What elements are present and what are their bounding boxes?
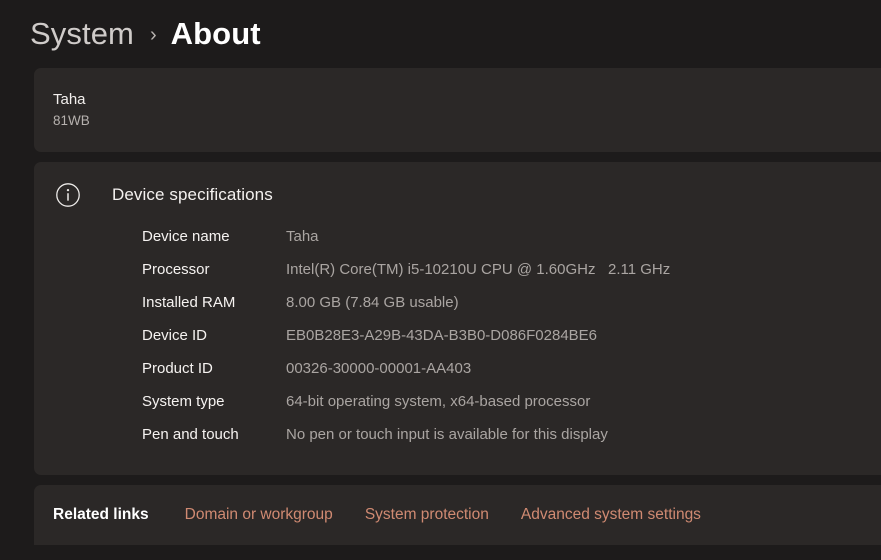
- device-specifications-header[interactable]: Device specifications: [34, 162, 881, 228]
- spec-label: Pen and touch: [142, 426, 239, 443]
- device-name-text: Taha: [53, 91, 86, 108]
- spec-row-device-name: Device name Taha: [34, 228, 881, 261]
- related-links-card: Related links Domain or workgroup System…: [34, 485, 881, 545]
- breadcrumb-parent-system[interactable]: System: [30, 16, 134, 52]
- spec-row-pen-and-touch: Pen and touch No pen or touch input is a…: [34, 426, 881, 459]
- device-model-text: 81WB: [53, 113, 90, 128]
- card-gap-bottom: [0, 475, 881, 485]
- spec-row-product-id: Product ID 00326-30000-00001-AA403: [34, 360, 881, 393]
- related-links-title: Related links: [53, 506, 149, 523]
- card-gap: [0, 152, 881, 162]
- chevron-right-icon: ›: [149, 24, 157, 46]
- spec-value: No pen or touch input is available for t…: [286, 426, 608, 443]
- spec-value: 8.00 GB (7.84 GB usable): [286, 294, 459, 311]
- spec-value: 64-bit operating system, x64-based proce…: [286, 393, 591, 410]
- spec-value: Taha: [286, 228, 319, 245]
- spec-row-installed-ram: Installed RAM 8.00 GB (7.84 GB usable): [34, 294, 881, 327]
- spec-label: Device ID: [142, 327, 208, 344]
- page-title: About: [170, 16, 261, 51]
- spec-label: Processor: [142, 261, 210, 278]
- breadcrumb: System › About: [0, 0, 881, 68]
- device-specifications-title: Device specifications: [112, 185, 273, 204]
- related-link-domain-or-workgroup[interactable]: Domain or workgroup: [185, 506, 333, 524]
- device-summary-card: Taha 81WB: [34, 68, 881, 152]
- info-circle-icon: [55, 182, 81, 208]
- spec-value: EB0B28E3-A29B-43DA-B3B0-D086F0284BE6: [286, 327, 598, 344]
- spec-label: System type: [142, 393, 225, 410]
- spec-value: Intel(R) Core(TM) i5-10210U CPU @ 1.60GH…: [286, 261, 671, 278]
- spec-row-device-id: Device ID EB0B28E3-A29B-43DA-B3B0-D086F0…: [34, 327, 881, 360]
- related-link-advanced-system-settings[interactable]: Advanced system settings: [521, 506, 701, 524]
- device-specifications-card: Device specifications Device name Taha P…: [34, 162, 881, 475]
- spec-label: Installed RAM: [142, 294, 236, 311]
- related-link-system-protection[interactable]: System protection: [365, 506, 489, 524]
- spec-row-system-type: System type 64-bit operating system, x64…: [34, 393, 881, 426]
- spec-row-processor: Processor Intel(R) Core(TM) i5-10210U CP…: [34, 261, 881, 294]
- spec-label: Product ID: [142, 360, 213, 377]
- spec-label: Device name: [142, 228, 230, 245]
- settings-about-page: System › About Taha 81WB Device specific…: [0, 0, 881, 560]
- device-specifications-list: Device name Taha Processor Intel(R) Core…: [34, 228, 881, 459]
- spec-value: 00326-30000-00001-AA403: [286, 360, 472, 377]
